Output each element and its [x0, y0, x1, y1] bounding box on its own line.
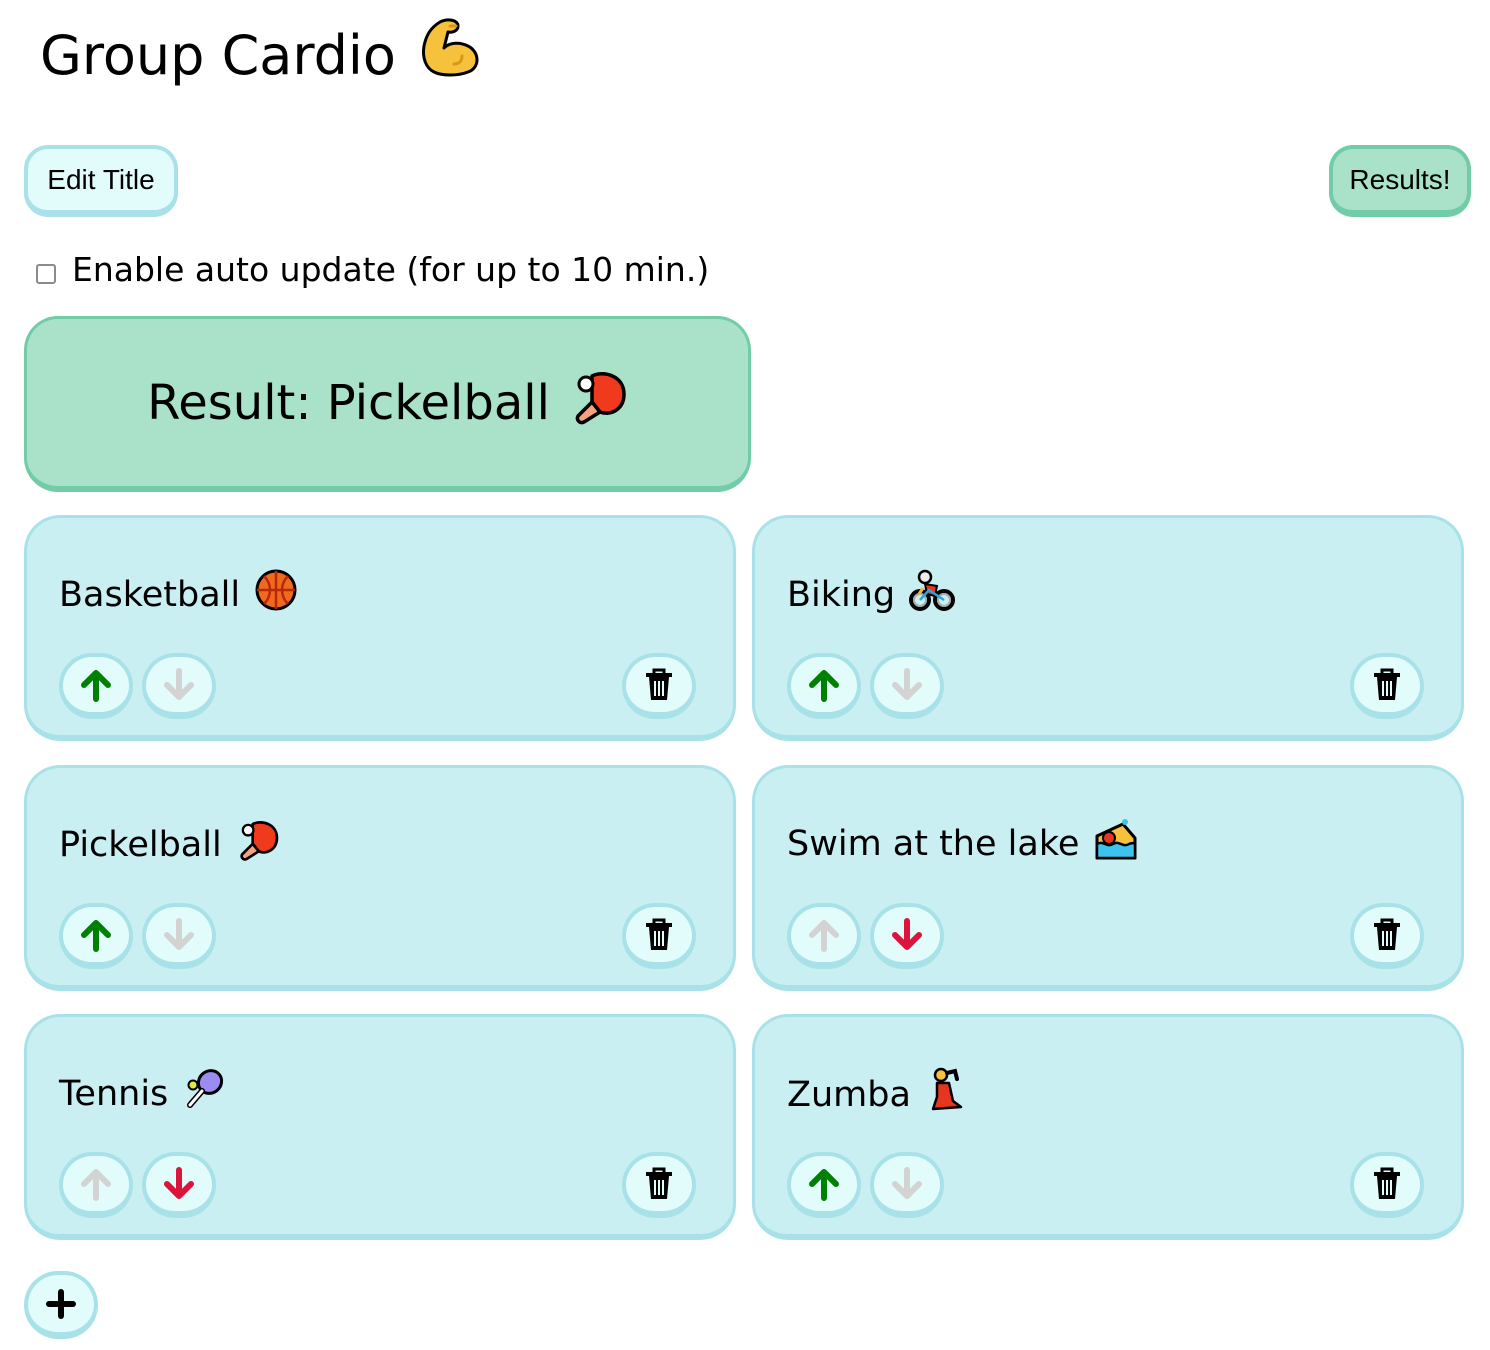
page-title-text: Group Cardio	[40, 23, 396, 87]
edit-title-label: Edit Title	[47, 163, 155, 195]
trash-icon	[644, 918, 674, 952]
person-swimming-icon	[1093, 818, 1139, 869]
vote-up-button[interactable]	[787, 903, 861, 969]
add-option-button[interactable]	[24, 1271, 98, 1339]
option-label: Swim at the lake	[787, 823, 1080, 864]
results-label: Results!	[1349, 163, 1451, 195]
results-button[interactable]: Results!	[1329, 145, 1471, 217]
arrow-up-icon	[78, 667, 114, 703]
option-title: Pickelball	[59, 818, 280, 871]
auto-update-label: Enable auto update (for up to 10 min.)	[72, 250, 710, 289]
ping-pong-paddle-icon	[236, 818, 280, 871]
trash-icon	[1372, 668, 1402, 702]
arrow-down-icon	[889, 1166, 925, 1202]
delete-option-button[interactable]	[1350, 1152, 1424, 1218]
result-text: Result: Pickelball	[147, 374, 550, 431]
arrow-down-icon	[889, 917, 925, 953]
vote-up-button[interactable]	[787, 653, 861, 719]
woman-dancing-icon	[925, 1067, 965, 1122]
arrow-up-icon	[806, 667, 842, 703]
tennis-racket-icon	[182, 1067, 226, 1120]
trash-icon	[644, 1167, 674, 1201]
arrow-up-icon	[806, 917, 842, 953]
vote-up-button[interactable]	[59, 903, 133, 969]
plus-icon	[46, 1288, 76, 1319]
option-title: Zumba	[787, 1067, 965, 1122]
delete-option-button[interactable]	[1350, 653, 1424, 719]
option-label: Zumba	[787, 1074, 911, 1115]
delete-option-button[interactable]	[622, 1152, 696, 1218]
option-title: Swim at the lake	[787, 818, 1139, 869]
option-card: Biking	[752, 515, 1464, 741]
arrow-down-icon	[161, 917, 197, 953]
arrow-up-icon	[78, 1166, 114, 1202]
option-label: Tennis	[59, 1073, 169, 1114]
vote-down-button[interactable]	[142, 1152, 216, 1218]
arrow-up-icon	[806, 1166, 842, 1202]
result-banner: Result: Pickelball	[24, 316, 751, 492]
option-card: Tennis	[24, 1014, 736, 1240]
flexed-biceps-icon	[418, 14, 484, 97]
delete-option-button[interactable]	[622, 903, 696, 969]
trash-icon	[1372, 918, 1402, 952]
basketball-icon	[254, 568, 298, 621]
vote-down-button[interactable]	[142, 653, 216, 719]
option-card: Zumba	[752, 1014, 1464, 1240]
option-card: Swim at the lake	[752, 765, 1464, 991]
vote-down-button[interactable]	[870, 1152, 944, 1218]
vote-up-button[interactable]	[787, 1152, 861, 1218]
option-card: Pickelball	[24, 765, 736, 991]
vote-up-button[interactable]	[59, 1152, 133, 1218]
auto-update-checkbox[interactable]	[36, 263, 56, 284]
trash-icon	[644, 668, 674, 702]
option-label: Pickelball	[59, 824, 222, 865]
option-title: Tennis	[59, 1067, 226, 1120]
page-title: Group Cardio	[40, 14, 484, 97]
person-biking-icon	[909, 568, 956, 621]
arrow-up-icon	[78, 917, 114, 953]
delete-option-button[interactable]	[1350, 903, 1424, 969]
auto-update-option[interactable]: Enable auto update (for up to 10 min.)	[36, 250, 709, 289]
option-label: Biking	[787, 574, 896, 615]
edit-title-button[interactable]: Edit Title	[24, 145, 178, 217]
ping-pong-paddle-icon	[570, 368, 628, 438]
arrow-down-icon	[161, 667, 197, 703]
option-card: Basketball	[24, 515, 736, 741]
trash-icon	[1372, 1167, 1402, 1201]
vote-down-button[interactable]	[142, 903, 216, 969]
arrow-down-icon	[889, 667, 925, 703]
vote-up-button[interactable]	[59, 653, 133, 719]
option-title: Biking	[787, 568, 956, 621]
vote-down-button[interactable]	[870, 903, 944, 969]
option-title: Basketball	[59, 568, 298, 621]
arrow-down-icon	[161, 1166, 197, 1202]
delete-option-button[interactable]	[622, 653, 696, 719]
vote-down-button[interactable]	[870, 653, 944, 719]
option-label: Basketball	[59, 574, 241, 615]
